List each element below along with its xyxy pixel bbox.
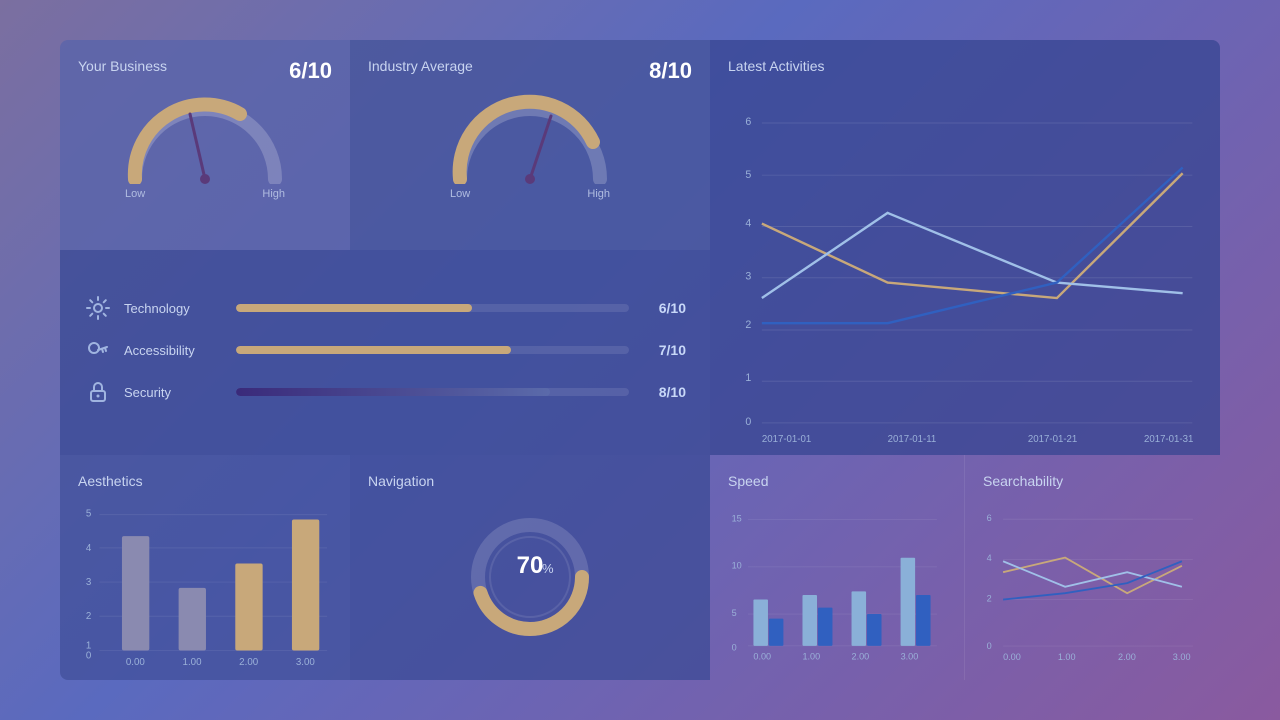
svg-text:2017-01-11: 2017-01-11 [888, 434, 937, 445]
svg-text:5: 5 [745, 169, 751, 181]
key-icon [84, 336, 112, 364]
gauge-low-business: Low [125, 188, 145, 200]
metrics-content: Technology 6/10 Accessibility [84, 294, 686, 406]
svg-text:3.00: 3.00 [901, 651, 919, 661]
svg-text:2: 2 [987, 593, 992, 603]
aesthetics-bar-0 [122, 536, 149, 650]
speed-chart: 15 10 5 0 [728, 497, 946, 672]
your-business-score: 6/10 [289, 58, 332, 84]
aesthetics-bar-1 [179, 588, 206, 651]
industry-avg-gauge: Low High [368, 84, 692, 200]
gauge-high-business: High [262, 188, 285, 200]
speed-title: Speed [728, 473, 946, 489]
svg-text:2: 2 [86, 611, 91, 622]
svg-text:4: 4 [86, 543, 92, 554]
svg-text:5: 5 [86, 509, 92, 520]
navigation-panel: Navigation 70 % [350, 455, 710, 680]
accessibility-bar-fill [236, 346, 511, 354]
gauge-labels-industry: Low High [450, 188, 610, 200]
metric-row-security: Security 8/10 [84, 378, 686, 406]
aesthetics-title: Aesthetics [78, 473, 332, 489]
svg-text:4: 4 [745, 217, 751, 229]
technology-score: 6/10 [641, 300, 686, 316]
svg-text:3: 3 [745, 271, 751, 283]
searchability-title: Searchability [983, 473, 1202, 489]
security-bar-fill [236, 388, 550, 396]
accessibility-bar [236, 346, 629, 354]
searchability-chart: 6 4 2 0 0.00 1.00 2.00 3.00 [983, 497, 1202, 672]
svg-text:3.00: 3.00 [296, 657, 316, 668]
svg-text:2.00: 2.00 [1118, 652, 1136, 662]
svg-text:0: 0 [987, 641, 992, 651]
donut-value: 70 [517, 552, 544, 579]
metrics-panel: Technology 6/10 Accessibility [60, 250, 710, 455]
svg-text:2017-01-01: 2017-01-01 [762, 434, 811, 445]
svg-text:1.00: 1.00 [802, 651, 820, 661]
gauge-labels-business: Low High [125, 188, 285, 200]
latest-activities-panel: Latest Activities 6 5 4 3 2 1 0 2017-01-… [710, 40, 1220, 455]
navigation-donut: 70 % [368, 497, 692, 656]
gauge-svg-industry [445, 84, 615, 184]
speed-panel: Speed 15 10 5 0 [710, 455, 965, 680]
navigation-title: Navigation [368, 473, 692, 489]
svg-text:15: 15 [732, 513, 742, 523]
industry-avg-panel: Industry Average 8/10 Low High [350, 40, 710, 250]
svg-text:1.00: 1.00 [183, 657, 203, 668]
your-business-panel: Your Business 6/10 Low High [60, 40, 350, 250]
speed-searchability-container: Speed 15 10 5 0 [710, 455, 1220, 680]
metric-row-technology: Technology 6/10 [84, 294, 686, 322]
accessibility-label: Accessibility [124, 343, 224, 358]
latest-activities-title: Latest Activities [728, 58, 1202, 74]
svg-text:2017-01-21: 2017-01-21 [1028, 434, 1077, 445]
gauge-low-industry: Low [450, 188, 470, 200]
svg-text:0.00: 0.00 [753, 651, 771, 661]
svg-text:6: 6 [987, 513, 992, 523]
gauge-high-industry: High [587, 188, 610, 200]
technology-bar [236, 304, 629, 312]
dashboard: Your Business 6/10 Low High Industry Ave… [60, 40, 1220, 680]
svg-text:3: 3 [86, 577, 91, 588]
svg-text:0.00: 0.00 [1003, 652, 1021, 662]
security-bar [236, 388, 629, 396]
svg-text:0: 0 [732, 642, 737, 652]
industry-avg-score: 8/10 [649, 58, 692, 84]
svg-text:5: 5 [732, 608, 737, 618]
svg-text:2.00: 2.00 [239, 657, 259, 668]
metric-row-accessibility: Accessibility 7/10 [84, 336, 686, 364]
gauge-svg-business [120, 84, 290, 184]
svg-text:2017-01-31: 2017-01-31 [1144, 434, 1193, 445]
security-label: Security [124, 385, 224, 400]
svg-text:2.00: 2.00 [852, 651, 870, 661]
aesthetics-bar-2 [235, 563, 262, 650]
aesthetics-chart: 5 4 3 2 1 0 0.00 1.00 2.00 3.00 [78, 497, 332, 672]
svg-text:2: 2 [745, 319, 751, 331]
aesthetics-bar-3 [292, 520, 319, 651]
svg-text:0: 0 [86, 650, 92, 661]
gear-icon [84, 294, 112, 322]
lock-icon [84, 378, 112, 406]
searchability-panel: Searchability 6 4 2 0 0.00 1.00 2.00 3.0… [965, 455, 1220, 680]
your-business-gauge: Low High [78, 84, 332, 200]
svg-text:3.00: 3.00 [1173, 652, 1191, 662]
svg-text:0.00: 0.00 [126, 657, 146, 668]
svg-text:4: 4 [987, 553, 992, 563]
industry-avg-title: Industry Average [368, 58, 692, 74]
svg-text:0: 0 [745, 416, 751, 428]
donut-svg: 70 % [460, 507, 600, 647]
latest-activities-chart: 6 5 4 3 2 1 0 2017-01-01 2017-01-11 2017… [728, 90, 1202, 450]
svg-text:10: 10 [732, 561, 742, 571]
technology-bar-fill [236, 304, 472, 312]
svg-text:6: 6 [745, 116, 751, 128]
svg-text:1.00: 1.00 [1058, 652, 1076, 662]
security-score: 8/10 [641, 384, 686, 400]
technology-label: Technology [124, 301, 224, 316]
aesthetics-panel: Aesthetics 5 4 3 2 1 0 0.00 [60, 455, 350, 680]
svg-text:1: 1 [745, 372, 751, 384]
accessibility-score: 7/10 [641, 342, 686, 358]
svg-text:%: % [542, 561, 554, 576]
